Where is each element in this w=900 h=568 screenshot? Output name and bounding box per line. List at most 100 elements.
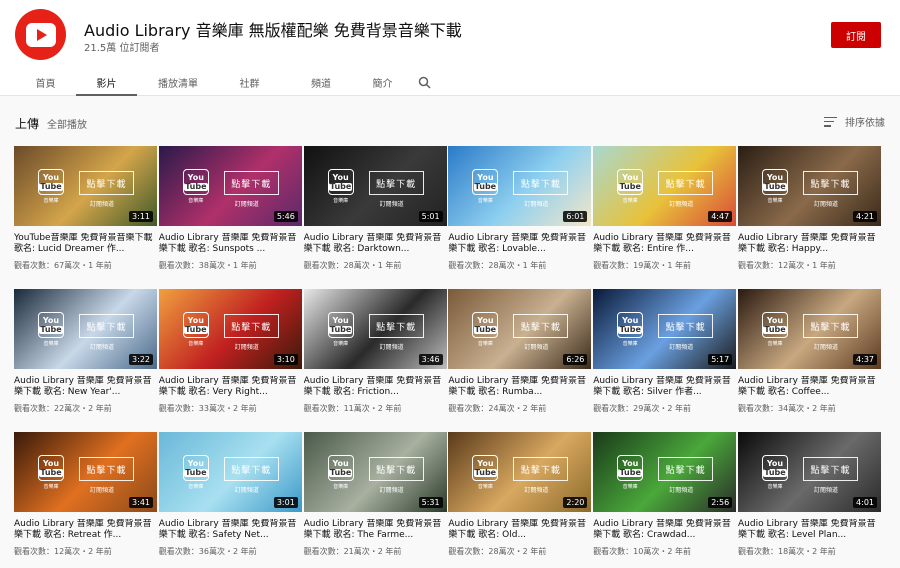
- youtube-logo-badge: You Tube 音樂庫: [182, 455, 209, 490]
- video-duration: 5:17: [708, 354, 733, 365]
- library-label: 音樂庫: [43, 341, 59, 347]
- video-title[interactable]: Audio Library 音樂庫 免費背景音樂下載 歌名: Sunspots …: [159, 233, 302, 255]
- video-thumbnail[interactable]: You Tube 音樂庫 點擊下載 訂閱頻道 6:01: [448, 146, 592, 226]
- video-title[interactable]: Audio Library 音樂庫 免費背景音樂下載 歌名: Level Pla…: [738, 519, 881, 541]
- video-thumbnail[interactable]: You Tube 音樂庫 點擊下載 訂閱頻道 3:41: [14, 432, 157, 512]
- video-title[interactable]: Audio Library 音樂庫 免費背景音樂下載 歌名: Happy...: [738, 233, 881, 255]
- video-thumbnail[interactable]: You Tube 音樂庫 點擊下載 訂閱頻道 4:21: [738, 146, 881, 226]
- video-card[interactable]: You Tube 音樂庫 點擊下載 訂閱頻道 3:41 Audio Library…: [14, 432, 157, 557]
- video-thumbnail[interactable]: You Tube 音樂庫 點擊下載 訂閱頻道 5:46: [158, 146, 302, 226]
- video-thumbnail[interactable]: You Tube 音樂庫 點擊下載 訂閱頻道 4:47: [593, 146, 737, 226]
- video-thumbnail[interactable]: You Tube 音樂庫 點擊下載 訂閱頻道 5:17: [593, 289, 737, 369]
- video-card[interactable]: You Tube 音樂庫 點擊下載 訂閱頻道 2:56 Audio Library…: [593, 432, 737, 557]
- youtube-logo-icon: You Tube: [472, 312, 499, 338]
- video-thumbnail[interactable]: You Tube 音樂庫 點擊下載 訂閱頻道 5:01: [303, 146, 447, 226]
- subscribe-button[interactable]: 訂閱: [831, 22, 881, 48]
- play-logo-icon: [25, 22, 56, 47]
- video-title[interactable]: Audio Library 音樂庫 免費背景音樂下載 歌名: Entire 作.…: [593, 233, 736, 255]
- video-card[interactable]: You Tube 音樂庫 點擊下載 訂閱頻道 3:11 YouTube音樂庫 免費…: [14, 146, 157, 271]
- video-card[interactable]: You Tube 音樂庫 點擊下載 訂閱頻道 2:20 Audio Library…: [448, 432, 592, 557]
- video-title[interactable]: Audio Library 音樂庫 免費背景音樂下載 歌名: Very Righ…: [159, 376, 302, 398]
- tab-playlists[interactable]: 播放清單: [137, 68, 219, 96]
- video-title[interactable]: Audio Library 音樂庫 免費背景音樂下載 歌名: New Year'…: [14, 376, 157, 398]
- download-overlay: 點擊下載: [658, 457, 714, 481]
- tab-videos[interactable]: 影片: [76, 68, 137, 96]
- tab-about[interactable]: 簡介: [362, 68, 403, 96]
- video-meta: 觀看次數：21萬次・2 年前: [303, 547, 402, 556]
- video-thumbnail[interactable]: You Tube 音樂庫 點擊下載 訂閱頻道 3:10: [158, 289, 302, 369]
- video-thumbnail[interactable]: You Tube 音樂庫 點擊下載 訂閱頻道 6:26: [448, 289, 592, 369]
- library-label: 音樂庫: [43, 484, 59, 490]
- video-duration: 3:22: [129, 354, 153, 365]
- subscribe-overlay: 訂閱頻道: [669, 344, 694, 351]
- video-title[interactable]: Audio Library 音樂庫 免費背景音樂下載 歌名: Darktown.…: [304, 233, 447, 255]
- video-title[interactable]: Audio Library 音樂庫 免費背景音樂下載 歌名: Coffee...: [738, 376, 881, 398]
- subscribe-overlay: 訂閱頻道: [524, 487, 549, 494]
- download-overlay: 點擊下載: [658, 314, 714, 338]
- video-title[interactable]: Audio Library 音樂庫 免費背景音樂下載 歌名: Lovable..…: [448, 233, 591, 255]
- video-title[interactable]: Audio Library 音樂庫 免費背景音樂下載 歌名: Safety Ne…: [159, 519, 302, 541]
- youtube-logo-icon: You Tube: [38, 312, 64, 338]
- video-card[interactable]: You Tube 音樂庫 點擊下載 訂閱頻道 5:31 Audio Library…: [303, 432, 447, 557]
- video-title[interactable]: Audio Library 音樂庫 免費背景音樂下載 歌名: Crawdad..…: [593, 519, 736, 541]
- video-card[interactable]: You Tube 音樂庫 點擊下載 訂閱頻道 5:01 Audio Library…: [303, 146, 447, 271]
- video-card[interactable]: You Tube 音樂庫 點擊下載 訂閱頻道 6:26 Audio Library…: [448, 289, 592, 414]
- video-thumbnail[interactable]: You Tube 音樂庫 點擊下載 訂閱頻道 3:11: [14, 146, 157, 226]
- video-duration: 3:46: [418, 354, 443, 365]
- video-card[interactable]: You Tube 音樂庫 點擊下載 訂閱頻道 3:10 Audio Library…: [158, 289, 302, 414]
- youtube-logo-badge: You Tube 音樂庫: [182, 312, 209, 347]
- youtube-logo-badge: You Tube 音樂庫: [617, 312, 644, 347]
- download-overlay: 點擊下載: [513, 314, 569, 338]
- play-all-link[interactable]: 全部播放: [47, 116, 87, 131]
- youtube-logo-badge: You Tube 音樂庫: [182, 169, 209, 204]
- video-card[interactable]: You Tube 音樂庫 點擊下載 訂閱頻道 4:47 Audio Library…: [593, 146, 737, 271]
- video-title[interactable]: Audio Library 音樂庫 免費背景音樂下載 歌名: Silver 作者…: [593, 376, 736, 398]
- video-thumbnail[interactable]: You Tube 音樂庫 點擊下載 訂閱頻道 2:20: [448, 432, 592, 512]
- download-overlay: 點擊下載: [223, 457, 279, 481]
- video-card[interactable]: You Tube 音樂庫 點擊下載 訂閱頻道 5:46 Audio Library…: [158, 146, 302, 271]
- video-title[interactable]: YouTube音樂庫 免費背景音樂下載 歌名: Lucid Dreamer 作.…: [14, 233, 157, 255]
- video-card[interactable]: You Tube 音樂庫 點擊下載 訂閱頻道 4:01 Audio Library…: [738, 432, 881, 557]
- tab-community[interactable]: 社群: [219, 68, 280, 96]
- subscribe-overlay: 訂閱頻道: [234, 201, 259, 208]
- tab-home[interactable]: 首頁: [15, 68, 76, 96]
- video-duration: 5:01: [418, 211, 443, 222]
- download-overlay: 點擊下載: [803, 457, 858, 481]
- video-card[interactable]: You Tube 音樂庫 點擊下載 訂閱頻道 3:46 Audio Library…: [303, 289, 447, 414]
- channel-avatar[interactable]: [15, 9, 66, 60]
- sort-button[interactable]: 排序依據: [824, 114, 885, 129]
- channel-title: Audio Library 音樂庫 無版權配樂 免費背景音樂下載: [84, 21, 462, 40]
- video-thumbnail[interactable]: You Tube 音樂庫 點擊下載 訂閱頻道 3:46: [303, 289, 447, 369]
- youtube-logo-badge: You Tube 音樂庫: [762, 312, 788, 347]
- video-thumbnail[interactable]: You Tube 音樂庫 點擊下載 訂閱頻道 5:31: [303, 432, 447, 512]
- video-card[interactable]: You Tube 音樂庫 點擊下載 訂閱頻道 3:22 Audio Library…: [14, 289, 157, 414]
- video-title[interactable]: Audio Library 音樂庫 免費背景音樂下載 歌名: Retreat 作…: [14, 519, 157, 541]
- video-title[interactable]: Audio Library 音樂庫 免費背景音樂下載 歌名: Friction.…: [304, 376, 447, 398]
- video-card[interactable]: You Tube 音樂庫 點擊下載 訂閱頻道 4:37 Audio Library…: [738, 289, 881, 414]
- video-card[interactable]: You Tube 音樂庫 點擊下載 訂閱頻道 6:01 Audio Library…: [448, 146, 592, 271]
- video-card[interactable]: You Tube 音樂庫 點擊下載 訂閱頻道 5:17 Audio Library…: [593, 289, 737, 414]
- library-label: 音樂庫: [477, 484, 493, 490]
- download-overlay: 點擊下載: [79, 314, 134, 338]
- youtube-logo-badge: You Tube 音樂庫: [327, 455, 354, 490]
- video-thumbnail[interactable]: You Tube 音樂庫 點擊下載 訂閱頻道 3:22: [14, 289, 157, 369]
- video-duration: 3:41: [129, 497, 153, 508]
- tab-channels[interactable]: 頻道: [280, 68, 362, 96]
- video-title[interactable]: Audio Library 音樂庫 免費背景音樂下載 歌名: Old...: [448, 519, 591, 541]
- library-label: 音樂庫: [43, 198, 59, 204]
- youtube-logo-badge: You Tube 音樂庫: [617, 169, 644, 204]
- video-card[interactable]: You Tube 音樂庫 點擊下載 訂閱頻道 4:21 Audio Library…: [738, 146, 881, 271]
- video-title[interactable]: Audio Library 音樂庫 免費背景音樂下載 歌名: The Farme…: [304, 519, 447, 541]
- sort-label: 排序依據: [845, 118, 885, 129]
- youtube-logo-badge: You Tube 音樂庫: [472, 312, 499, 347]
- search-button[interactable]: [403, 68, 445, 96]
- video-card[interactable]: You Tube 音樂庫 點擊下載 訂閱頻道 3:01 Audio Library…: [158, 432, 302, 557]
- video-title[interactable]: Audio Library 音樂庫 免費背景音樂下載 歌名: Rumba...: [448, 376, 591, 398]
- video-thumbnail[interactable]: You Tube 音樂庫 點擊下載 訂閱頻道 3:01: [158, 432, 302, 512]
- video-thumbnail[interactable]: You Tube 音樂庫 點擊下載 訂閱頻道 4:37: [738, 289, 881, 369]
- video-thumbnail[interactable]: You Tube 音樂庫 點擊下載 訂閱頻道 4:01: [738, 432, 881, 512]
- subscribe-overlay: 訂閱頻道: [90, 487, 115, 494]
- youtube-logo-icon: You Tube: [617, 169, 644, 195]
- video-thumbnail[interactable]: You Tube 音樂庫 點擊下載 訂閱頻道 2:56: [593, 432, 737, 512]
- video-duration: 3:11: [129, 211, 153, 222]
